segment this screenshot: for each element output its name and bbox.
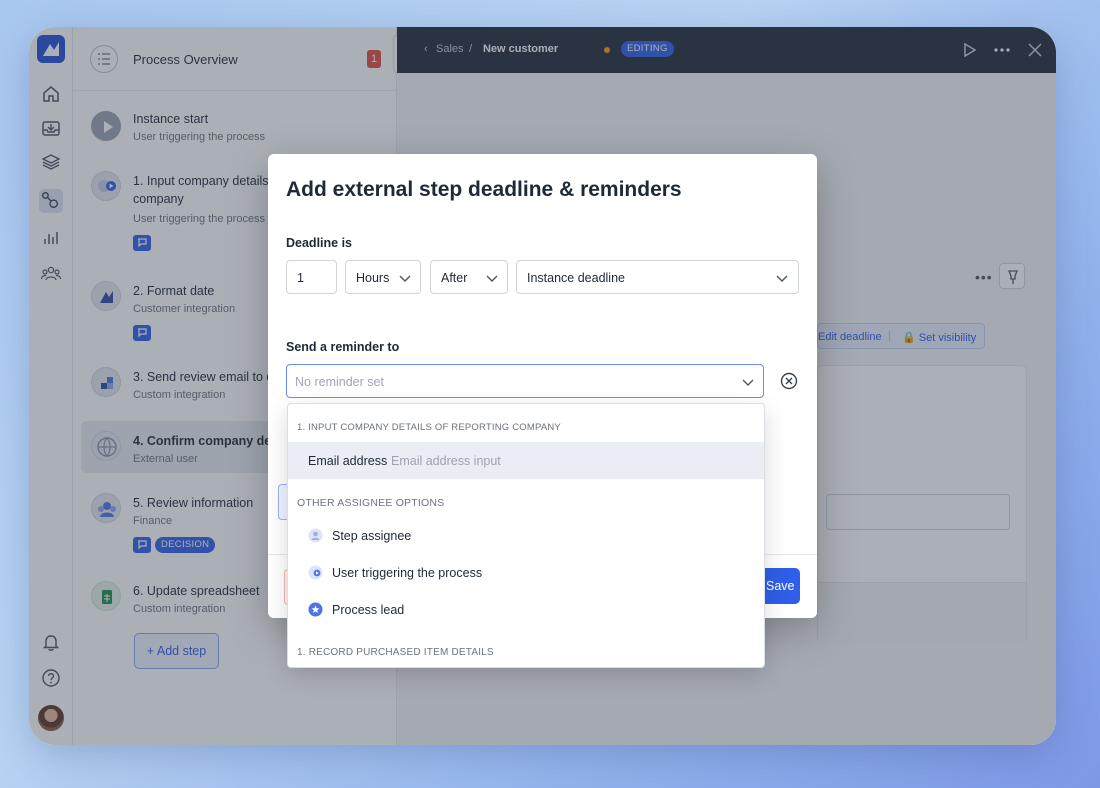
dropdown-option-user-triggering[interactable]: User triggering the process <box>288 555 764 592</box>
reminder-select[interactable]: No reminder set <box>286 364 764 398</box>
dropdown-group-header: OTHER ASSIGNEE OPTIONS <box>297 497 445 509</box>
chevron-down-icon <box>486 275 498 282</box>
dropdown-option-process-lead[interactable]: Process lead <box>288 592 764 629</box>
option-label: Email address <box>308 454 388 468</box>
deadline-relation-value: After <box>441 271 468 285</box>
user-circle-icon <box>308 528 323 543</box>
deadline-unit-select[interactable]: Hours <box>345 260 421 294</box>
option-label: Process lead <box>332 603 405 617</box>
dropdown-group-header: 1. RECORD PURCHASED ITEM DETAILS <box>297 647 494 658</box>
deadline-amount-value: 1 <box>297 271 304 285</box>
star-badge-icon <box>308 602 323 617</box>
dropdown-option-step-assignee[interactable]: Step assignee <box>288 518 764 555</box>
reminder-placeholder: No reminder set <box>295 375 384 389</box>
option-hint: Email address input <box>391 454 501 468</box>
chevron-down-icon <box>399 275 411 282</box>
deadline-relation-select[interactable]: After <box>430 260 508 294</box>
dropdown-group-header: 1. INPUT COMPANY DETAILS OF REPORTING CO… <box>297 422 561 433</box>
clear-circle-icon[interactable] <box>780 372 798 390</box>
option-label: User triggering the process <box>332 566 483 580</box>
deadline-label: Deadline is <box>286 236 352 250</box>
deadline-amount-input[interactable]: 1 <box>286 260 337 294</box>
modal-title: Add external step deadline & reminders <box>286 178 682 201</box>
option-label: Step assignee <box>332 529 412 543</box>
reminder-dropdown: 1. INPUT COMPANY DETAILS OF REPORTING CO… <box>287 403 765 668</box>
chevron-down-icon <box>776 275 788 282</box>
user-play-icon <box>308 565 323 580</box>
deadline-unit-value: Hours <box>356 271 390 285</box>
reminder-label: Send a reminder to <box>286 340 400 354</box>
deadline-reference-value: Instance deadline <box>527 271 625 285</box>
chevron-down-icon <box>742 379 754 386</box>
dropdown-option-email-address[interactable]: Email address Email address input <box>288 442 764 479</box>
deadline-reference-select[interactable]: Instance deadline <box>516 260 799 294</box>
